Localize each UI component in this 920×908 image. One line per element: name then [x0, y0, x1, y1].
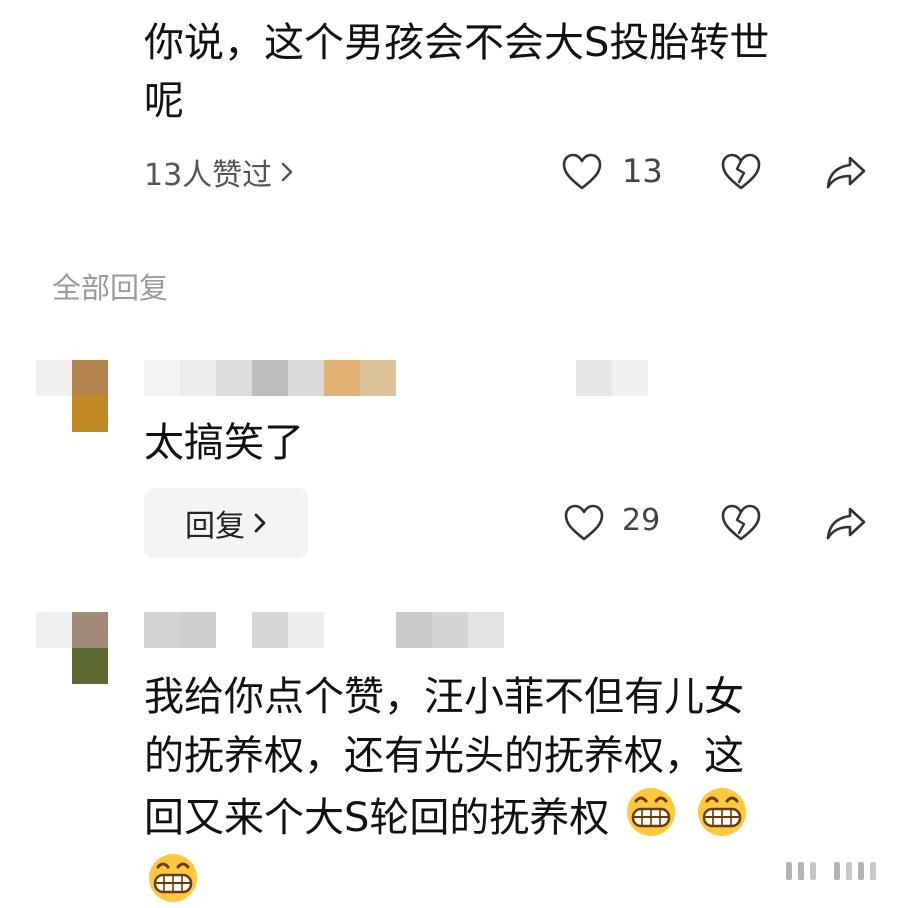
- likers-summary: 13人赞过: [144, 158, 273, 193]
- chevron-right-icon: [280, 159, 294, 185]
- grinning-face-emoji: [622, 786, 680, 854]
- broken-heart-icon[interactable]: [720, 152, 762, 192]
- comment-text-line1: 你说，这个男孩会不会大S投胎转世: [144, 20, 770, 66]
- watermark: [780, 858, 900, 884]
- chevron-right-icon: [253, 510, 267, 536]
- share-icon[interactable]: [824, 503, 868, 543]
- reply-button[interactable]: 回复: [144, 488, 308, 558]
- share-icon[interactable]: [824, 152, 868, 192]
- comment-text-line2: 呢: [144, 78, 184, 124]
- broken-heart-icon[interactable]: [720, 503, 762, 543]
- like-icon[interactable]: [561, 152, 603, 192]
- username-pixelated[interactable]: [144, 360, 649, 396]
- reply-text-line3-content: 回又来个大S轮回的抚养权: [144, 795, 610, 841]
- reply-text-line3: 回又来个大S轮回的抚养权: [144, 786, 751, 854]
- reply-button-label: 回复: [185, 509, 245, 544]
- like-icon[interactable]: [563, 503, 605, 543]
- like-count: 13: [622, 152, 663, 190]
- section-title: 全部回复: [52, 271, 169, 305]
- avatar[interactable]: [36, 360, 108, 432]
- likers-link[interactable]: 13人赞过: [144, 150, 294, 194]
- like-count: 29: [622, 503, 661, 538]
- grinning-face-emoji: [693, 786, 751, 854]
- reply-text-line1: 我给你点个赞，汪小菲不但有儿女: [144, 674, 744, 720]
- username-pixelated[interactable]: [144, 612, 504, 648]
- reply-text: 太搞笑了: [144, 420, 304, 466]
- avatar[interactable]: [36, 612, 108, 684]
- reply-text-line2: 的抚养权，还有光头的抚养权，这: [144, 733, 744, 779]
- grinning-face-emoji: [144, 852, 202, 908]
